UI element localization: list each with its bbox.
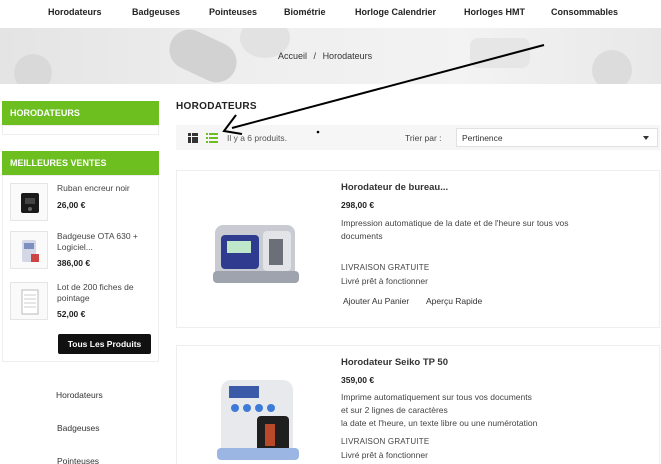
sort-select[interactable]: Pertinence <box>456 128 658 147</box>
chevron-down-icon <box>643 136 649 140</box>
banner-decoration <box>470 38 530 68</box>
product-description: Imprime automatiquement sur tous vos doc… <box>341 392 532 402</box>
breadcrumb-current: Horodateurs <box>322 51 373 61</box>
bestseller-item[interactable]: Ruban encreur noir 26,00 € <box>10 183 160 229</box>
product-price: 298,00 € <box>341 200 375 210</box>
product-description: documents <box>341 231 383 241</box>
bestseller-price: 26,00 € <box>57 200 86 210</box>
breadcrumb: Accueil / Horodateurs <box>278 51 376 61</box>
nav-item-consommables[interactable]: Consommables <box>551 7 618 17</box>
footer-category-link[interactable]: Badgeuses <box>57 423 100 433</box>
free-shipping-label: LIVRAISON GRATUITE <box>341 437 430 446</box>
footer-category-link[interactable]: Pointeuses <box>57 456 99 464</box>
time-card-image <box>21 289 39 315</box>
sort-label: Trier par : <box>405 133 442 143</box>
product-title[interactable]: Horodateur Seiko TP 50 <box>341 357 448 368</box>
bestsellers-heading: MEILLEURES VENTES <box>2 151 159 175</box>
products-toolbar: Il y a 6 produits. Trier par : Pertinenc… <box>176 125 660 150</box>
nav-item-badgeuses[interactable]: Badgeuses <box>132 7 180 17</box>
add-to-cart-link[interactable]: Ajouter Au Panier <box>343 296 409 306</box>
list-view-icon[interactable] <box>206 132 218 143</box>
banner-decoration <box>14 54 52 84</box>
bestseller-price: 52,00 € <box>57 309 86 319</box>
bestseller-price: 386,00 € <box>57 258 91 268</box>
seiko-time-stamp-image <box>217 380 299 460</box>
product-description: et sur 2 lignes de caractères <box>341 405 448 415</box>
nav-item-horodateurs[interactable]: Horodateurs <box>48 7 102 17</box>
footer-category-link[interactable]: Horodateurs <box>56 390 103 400</box>
product-title[interactable]: Horodateur de bureau... <box>341 182 448 193</box>
free-shipping-label: LIVRAISON GRATUITE <box>341 263 430 272</box>
page-title: HORODATEURS <box>176 101 257 112</box>
sidebar-category-heading[interactable]: HORODATEURS <box>2 101 159 125</box>
bestseller-name[interactable]: Ruban encreur noir <box>57 183 157 194</box>
sidebar-category-box <box>2 125 159 135</box>
product-image[interactable] <box>207 211 311 291</box>
top-navigation: Horodateurs Badgeuses Pointeuses Biométr… <box>0 0 661 28</box>
sort-select-value: Pertinence <box>462 133 503 143</box>
grid-view-icon[interactable] <box>188 133 198 143</box>
product-thumbnail[interactable] <box>10 231 48 269</box>
bestseller-name[interactable]: Badgeuse OTA 630 + Logiciel... <box>57 231 157 253</box>
product-thumbnail[interactable] <box>10 183 48 221</box>
bestseller-item[interactable]: Lot de 200 fiches de pointage 52,00 € <box>10 282 160 328</box>
breadcrumb-separator: / <box>313 51 317 61</box>
ink-ribbon-image <box>21 193 39 213</box>
quick-view-link[interactable]: Aperçu Rapide <box>426 296 482 306</box>
product-price: 359,00 € <box>341 375 375 385</box>
hero-banner: Accueil / Horodateurs <box>0 28 661 84</box>
breadcrumb-home[interactable]: Accueil <box>278 51 307 61</box>
nav-item-pointeuses[interactable]: Pointeuses <box>209 7 257 17</box>
banner-decoration <box>162 28 244 84</box>
banner-decoration <box>592 50 632 84</box>
nav-item-horloge-calendrier[interactable]: Horloge Calendrier <box>355 7 436 17</box>
all-products-button[interactable]: Tous Les Produits <box>58 334 151 354</box>
product-card: Horodateur de bureau... 298,00 € Impress… <box>176 170 660 328</box>
product-image[interactable] <box>207 376 311 460</box>
nav-item-horloges-hmt[interactable]: Horloges HMT <box>464 7 525 17</box>
product-card: Horodateur Seiko TP 50 359,00 € Imprime … <box>176 345 660 464</box>
desk-time-stamp-image <box>213 225 299 283</box>
product-count: Il y a 6 produits. <box>227 133 288 143</box>
ready-to-use-label: Livré prêt à fonctionner <box>341 450 428 460</box>
product-thumbnail[interactable] <box>10 282 48 320</box>
product-description: Impression automatique de la date et de … <box>341 218 569 228</box>
product-description: la date et l'heure, un texte libre ou un… <box>341 418 538 428</box>
nav-item-biometrie[interactable]: Biométrie <box>284 7 326 17</box>
badge-terminal-image <box>22 240 39 262</box>
ready-to-use-label: Livré prêt à fonctionner <box>341 276 428 286</box>
bestseller-item[interactable]: Badgeuse OTA 630 + Logiciel... 386,00 € <box>10 231 160 277</box>
bestseller-name[interactable]: Lot de 200 fiches de pointage <box>57 282 157 304</box>
